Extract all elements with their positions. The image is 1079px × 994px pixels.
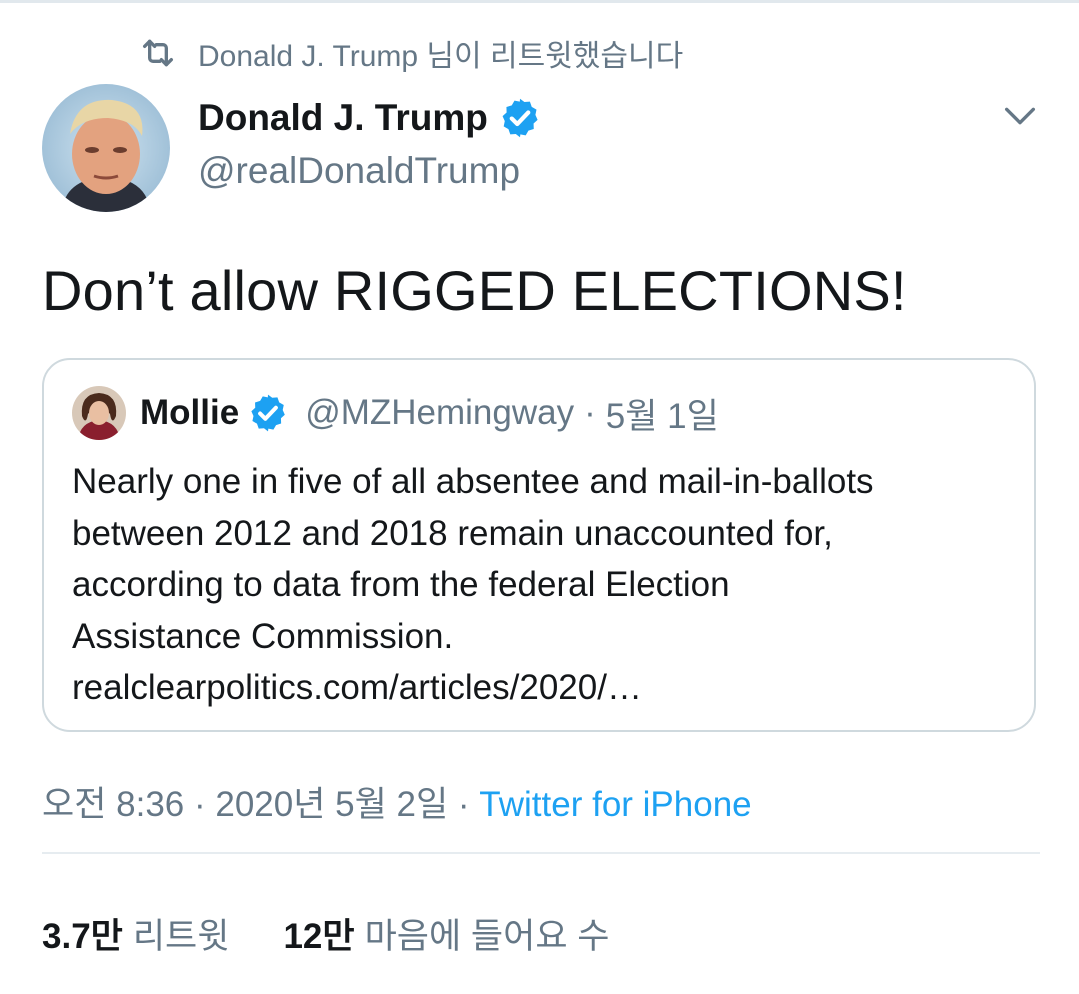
likes-label[interactable]: 마음에 들어요 수: [365, 908, 610, 959]
quoted-author-name: Mollie: [140, 393, 240, 432]
tweet-stats: 3.7만 리트윗 12만 마음에 들어요 수: [42, 908, 609, 959]
quoted-tweet-header: Mollie @MZHemingway · 5월 1일: [72, 386, 719, 440]
quoted-text-line: Nearly one in five of all absentee and m…: [72, 462, 874, 501]
quoted-text-line: between 2012 and 2018 remain unaccounted…: [72, 513, 833, 553]
author-avatar-image: [42, 84, 170, 212]
quoted-author-avatar-image: [72, 386, 126, 440]
quoted-tweet-text: Nearly one in five of all absentee and m…: [72, 456, 1012, 714]
author-name-row[interactable]: Donald J. Trump: [198, 96, 542, 140]
tweet-text: Don’t allow RIGGED ELECTIONS!: [42, 259, 907, 322]
retweets-count[interactable]: 3.7만: [42, 908, 123, 959]
top-divider: [0, 0, 1079, 3]
retweet-icon: [143, 39, 173, 67]
author-handle[interactable]: @realDonaldTrump: [198, 150, 520, 192]
tweet-source-link[interactable]: Twitter for iPhone: [479, 785, 751, 824]
quoted-tweet-card[interactable]: Mollie @MZHemingway · 5월 1일 Nearly one i…: [42, 358, 1036, 732]
retweets-label[interactable]: 리트윗: [133, 908, 230, 959]
retweet-context-text: Donald J. Trump 님이 리트윗했습니다: [198, 40, 684, 73]
author-avatar[interactable]: [42, 84, 170, 212]
verified-badge-icon: [502, 98, 538, 138]
tweet-timestamp: 오전 8:36 · 2020년 5월 2일 ·: [42, 785, 480, 824]
tweet-meta: 오전 8:36 · 2020년 5월 2일 · Twitter for iPho…: [42, 776, 752, 827]
stats-divider: [42, 852, 1040, 854]
quoted-verified-badge-icon: [251, 394, 285, 432]
quoted-author-handle: @MZHemingway: [305, 393, 575, 432]
author-name: Donald J. Trump: [198, 97, 488, 138]
quoted-text-line: Assistance Commission.: [72, 616, 454, 656]
quoted-link-text: realclearpolitics.com/articles/2020/…: [72, 668, 642, 707]
likes-count[interactable]: 12만: [283, 908, 354, 959]
quoted-date: 5월 1일: [605, 396, 719, 436]
retweet-context[interactable]: Donald J. Trump 님이 리트윗했습니다: [138, 30, 683, 76]
quoted-text-line: according to data from the federal Elect…: [72, 565, 730, 604]
quoted-author-avatar: [72, 386, 126, 440]
quoted-separator: ·: [584, 393, 596, 432]
chevron-down-icon[interactable]: [1000, 96, 1040, 136]
